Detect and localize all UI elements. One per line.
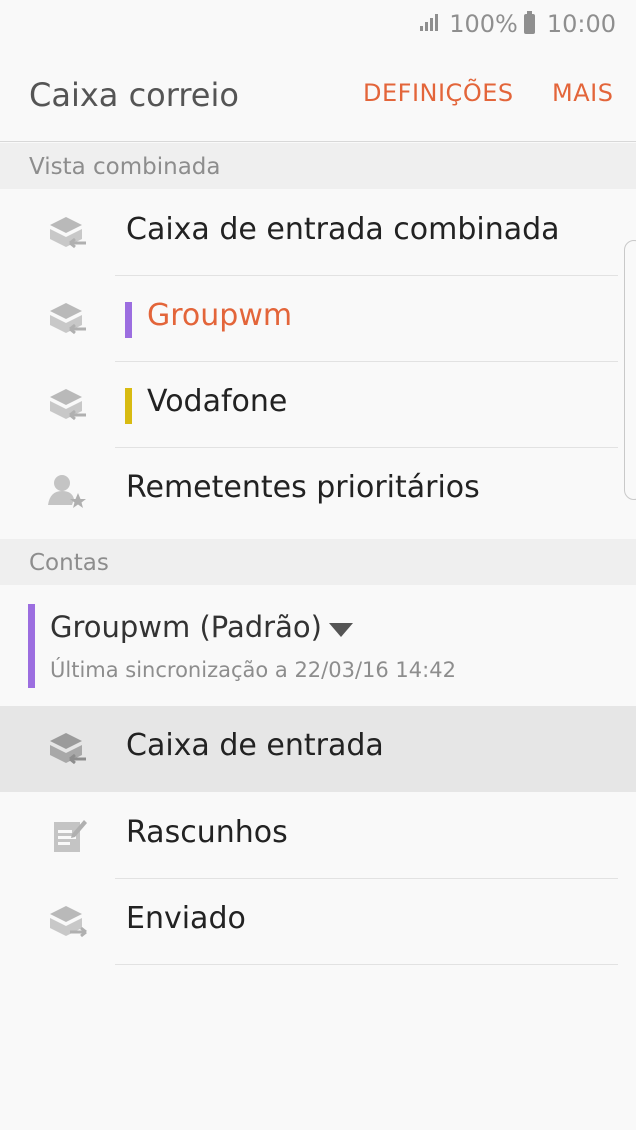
settings-button[interactable]: DEFINIÇÕES	[363, 79, 514, 107]
section-header-combined: Vista combinada	[0, 143, 636, 189]
battery-percent: 100%	[449, 10, 518, 38]
combined-inbox-label: Caixa de entrada combinada	[126, 212, 560, 247]
account-name: Groupwm (Padrão)	[50, 610, 322, 644]
status-bar: 100% 10:00	[0, 0, 636, 48]
priority-senders-item[interactable]: Remetentes prioritários	[0, 448, 636, 534]
account-color-bar	[28, 604, 35, 688]
combined-inbox-item[interactable]: Caixa de entrada combinada	[0, 190, 636, 276]
battery-icon	[523, 11, 535, 34]
more-button[interactable]: MAIS	[552, 79, 613, 107]
dropdown-arrow-icon[interactable]	[329, 623, 353, 637]
folder-inbox[interactable]: Caixa de entrada	[0, 706, 636, 792]
groupwm-label: Groupwm	[147, 298, 293, 333]
drafts-icon	[46, 816, 88, 856]
inbox-icon	[46, 299, 88, 339]
divider	[115, 964, 618, 965]
inbox-icon	[46, 385, 88, 425]
page-title: Caixa correio	[29, 76, 239, 114]
folder-sent-label: Enviado	[126, 901, 246, 936]
folder-drafts-label: Rascunhos	[126, 815, 288, 850]
account-selector[interactable]: Groupwm (Padrão) Última sincronização a …	[0, 586, 636, 707]
signal-icon	[419, 10, 443, 38]
app-header: Caixa correio DEFINIÇÕES MAIS	[0, 48, 636, 142]
priority-sender-icon	[46, 471, 88, 511]
priority-senders-label: Remetentes prioritários	[126, 470, 480, 505]
account-color-bar	[125, 302, 132, 338]
inbox-icon	[46, 213, 88, 253]
last-sync-text: Última sincronização a 22/03/16 14:42	[50, 658, 456, 682]
groupwm-inbox-item[interactable]: Groupwm	[0, 276, 636, 362]
folder-sent[interactable]: Enviado	[0, 879, 636, 965]
folder-drafts[interactable]: Rascunhos	[0, 793, 636, 879]
section-header-accounts: Contas	[0, 539, 636, 585]
account-color-bar	[125, 388, 132, 424]
clock: 10:00	[546, 10, 616, 38]
sent-icon	[46, 902, 88, 942]
edge-panel-handle[interactable]	[624, 240, 636, 500]
folder-inbox-label: Caixa de entrada	[126, 728, 384, 763]
inbox-icon	[46, 729, 88, 769]
vodafone-label: Vodafone	[147, 384, 288, 419]
vodafone-inbox-item[interactable]: Vodafone	[0, 362, 636, 448]
